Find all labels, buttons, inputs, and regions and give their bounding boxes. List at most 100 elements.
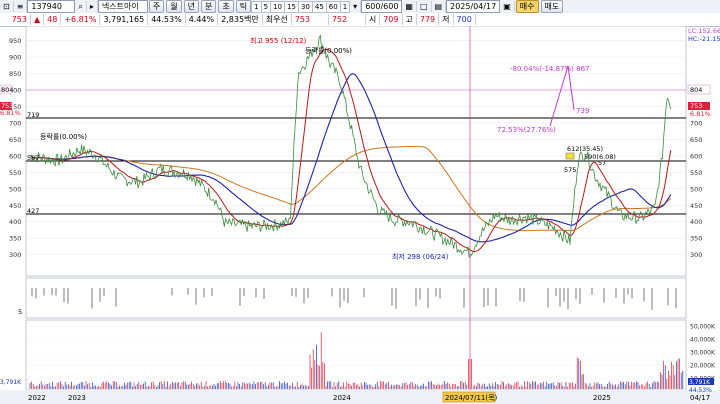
low-price: 700 xyxy=(454,14,476,25)
stock-name[interactable]: 넥스트아이 xyxy=(97,0,148,13)
count-input[interactable]: 600/600 xyxy=(361,0,403,13)
y-tick-label: 300 xyxy=(9,251,21,259)
stock-chart[interactable]: 9509008508007507006506005505004504003503… xyxy=(0,26,720,404)
high-label: 고 xyxy=(403,14,417,25)
signal-tick: 5 xyxy=(18,308,22,316)
period-year-button[interactable]: 년 xyxy=(183,0,200,13)
y-tick-label: 950 xyxy=(9,37,21,45)
y-tick-label: 500 xyxy=(9,185,21,193)
toolbar-row: ⊡ ≡ 137940 ⌕ ▸ 넥스트아이 주 월 년 분 초 틱 1 5 10 … xyxy=(0,0,720,14)
x-label-2023: 2023 xyxy=(68,394,86,402)
right-tick-label: 450 xyxy=(690,202,702,210)
minute-15-button[interactable]: 15 xyxy=(284,0,299,13)
step-icon[interactable]: ▾ xyxy=(350,1,362,12)
right-tick-label: 400 xyxy=(690,218,702,226)
volume-tag-left: 3,791K xyxy=(0,379,22,386)
high-price: 779 xyxy=(417,14,440,25)
x-label-2022: 2022 xyxy=(28,394,46,402)
period-second-button[interactable]: 초 xyxy=(218,0,234,13)
date-input[interactable]: 2025/04/17 xyxy=(446,0,501,13)
chart-icon[interactable]: ▤ xyxy=(432,1,447,12)
link-icon[interactable]: ⊡ xyxy=(0,1,14,12)
buy-button[interactable]: 매수 xyxy=(515,0,539,13)
low-annotation: 최저 298 (06/24) xyxy=(392,252,449,261)
stat-annotation-1: 등락률(0.00%) xyxy=(305,47,352,55)
box-label-d: 57 xyxy=(598,159,606,167)
measure-annotation-2: 72.53%(27.76%) xyxy=(497,126,556,134)
tag-804-left: 804 xyxy=(1,86,13,94)
box-marker xyxy=(565,152,575,160)
volume-tick-label: 50,000K xyxy=(690,324,716,331)
volume: 3,791,165 xyxy=(100,14,149,25)
open-label: 시 xyxy=(366,14,381,25)
right-tick-label: 700 xyxy=(690,119,702,127)
period-tick-button[interactable]: 틱 xyxy=(235,0,252,13)
right-tick-label: 600 xyxy=(690,152,702,160)
measure-annotation-3: 739 xyxy=(576,107,589,115)
low-label: 저 xyxy=(439,14,454,25)
tag-804-right: 804 xyxy=(690,86,702,94)
tag-587-left: 587 xyxy=(27,154,39,162)
minute-45-button[interactable]: 45 xyxy=(311,0,327,13)
turnover: 4.44% xyxy=(186,14,219,25)
tag-753-right: 753 xyxy=(690,102,702,110)
stock-code-input[interactable]: 137940 xyxy=(27,0,76,13)
priority-price: 753 xyxy=(292,14,329,25)
tag-pct-left: 6.81% xyxy=(0,109,21,117)
box-label-a: 612(35.45) xyxy=(567,145,603,153)
volume-tick-label: 40,000K xyxy=(690,337,716,344)
volume-tag: 3,791K xyxy=(689,379,711,386)
period-minute-button[interactable]: 분 xyxy=(201,0,217,13)
y-tick-label: 550 xyxy=(9,169,21,177)
volume-ratio: 44.53% xyxy=(148,14,186,25)
priority-label: 최우선 xyxy=(263,14,292,25)
period-month-button[interactable]: 월 xyxy=(166,0,182,13)
right-price-axis: 700 650 600 550 500 450 400 350 300 xyxy=(690,119,702,259)
right-tick-label: 350 xyxy=(690,235,702,243)
minute-60-button[interactable]: 60 xyxy=(325,0,341,13)
minute-10-button[interactable]: 10 xyxy=(270,0,286,13)
tag-pct-right: 6.81% xyxy=(690,110,711,118)
right-tick-label: 550 xyxy=(690,169,702,177)
x-cursor-label: 2024/07/11(목) xyxy=(445,394,498,402)
stat-annotation-2: 등락률(0.00%) xyxy=(40,133,87,141)
priority-price-2: 752 xyxy=(329,14,366,25)
y-tick-label: 700 xyxy=(9,119,21,127)
y-tick-label: 400 xyxy=(9,218,21,226)
price-change: 48 xyxy=(44,14,62,25)
open-price: 709 xyxy=(380,14,403,25)
y-tick-label: 900 xyxy=(9,54,21,62)
high-annotation: 최고 955 (12/12) xyxy=(250,36,307,45)
period-week-button[interactable]: 주 xyxy=(148,0,165,13)
sell-button[interactable]: 매도 xyxy=(540,0,564,13)
right-tick-label: 300 xyxy=(690,251,702,259)
tag-719-left: 719 xyxy=(27,111,39,119)
square-icon[interactable]: □ xyxy=(417,1,432,12)
minute-30-button[interactable]: 30 xyxy=(297,0,313,13)
change-percent: +6.81% xyxy=(61,14,101,25)
calendar-icon[interactable]: ▣ xyxy=(500,1,515,12)
volume-pct-tag: 44.53% xyxy=(689,387,712,394)
y-tick-label: 350 xyxy=(9,235,21,243)
y-tick-label: 600 xyxy=(9,152,21,160)
minute-custom-button[interactable]: 1 xyxy=(339,0,351,13)
current-price: 753 xyxy=(0,14,31,25)
grid-icon[interactable]: ▦ xyxy=(402,1,417,12)
right-tick-label: 650 xyxy=(690,136,702,144)
tag-427-left: 427 xyxy=(27,207,39,215)
right-level-tags: LC:152.66 HC:-21.15 804 753 6.81% xyxy=(687,27,720,118)
legend-hc: HC:-21.15 xyxy=(688,35,720,43)
up-arrow-icon: ▲ xyxy=(31,14,45,25)
quote-row: 753 ▲ 48 +6.81% 3,791,165 44.53% 4.44% 2… xyxy=(0,13,720,27)
volume-tick-label: 30,000K xyxy=(690,350,716,357)
search-icon[interactable]: ⌕ xyxy=(75,1,87,12)
volume-tick-label: 20,000K xyxy=(690,363,716,370)
y-tick-label: 850 xyxy=(9,70,21,78)
x-label-2024: 2024 xyxy=(333,394,351,402)
menu-icon[interactable]: ≡ xyxy=(14,1,28,12)
right-tick-label: 500 xyxy=(690,185,702,193)
info-icon[interactable]: ▸ xyxy=(87,1,98,12)
x-label-2025: 2025 xyxy=(593,394,611,402)
y-tick-label: 650 xyxy=(9,136,21,144)
trade-amount: 2,835백만 xyxy=(218,14,263,25)
